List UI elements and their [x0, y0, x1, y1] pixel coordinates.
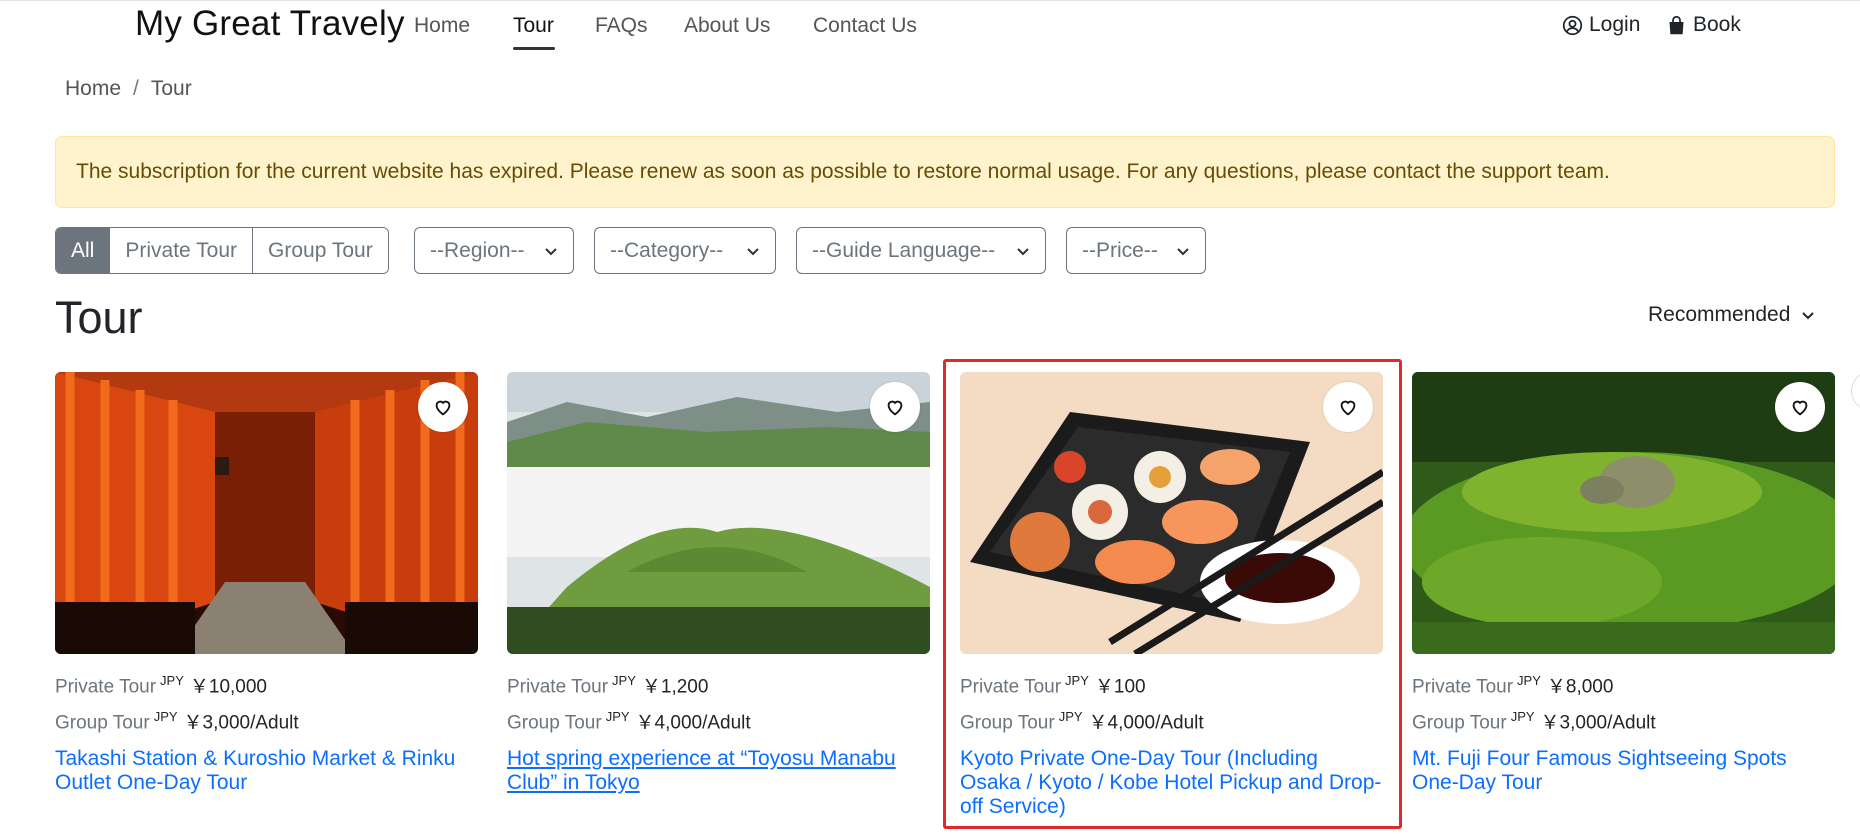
person-circle-icon — [1562, 15, 1583, 35]
nav-about-us[interactable]: About Us — [684, 14, 770, 38]
private-price: ￥8,000 — [1546, 676, 1614, 698]
shopping-bag-icon — [1669, 15, 1684, 34]
favorite-button[interactable] — [870, 382, 920, 432]
currency-label: JPY — [612, 673, 636, 688]
group-price: ￥3,000/Adult — [1540, 712, 1656, 734]
sort-dropdown[interactable]: Recommended — [1648, 303, 1816, 327]
chevron-down-icon — [545, 247, 557, 255]
active-nav-underline — [513, 47, 555, 50]
group-tour-label: Group Tour — [1412, 712, 1507, 734]
selected-card-highlight — [943, 359, 1402, 829]
filter-group-tour-button[interactable]: Group Tour — [253, 228, 388, 273]
currency-label: JPY — [160, 673, 184, 688]
group-price-row: Group Tour JPY ￥3,000/Adult — [1412, 702, 1835, 738]
tour-card-image[interactable] — [507, 372, 930, 654]
favorite-button[interactable] — [418, 382, 468, 432]
private-price-row: Private Tour JPY ￥8,000 — [1412, 666, 1835, 702]
tour-title-link[interactable]: Mt. Fuji Four Famous Sightseeing Spots O… — [1412, 747, 1835, 795]
nav-home[interactable]: Home — [414, 14, 470, 38]
tour-type-filter: All Private Tour Group Tour — [55, 227, 389, 274]
region-select-value: --Region-- — [430, 238, 525, 262]
favorite-button[interactable] — [1775, 382, 1825, 432]
private-tour-label: Private Tour — [507, 676, 609, 698]
chevron-down-icon — [1802, 312, 1815, 320]
guide-language-select[interactable]: --Guide Language-- — [796, 227, 1046, 274]
tour-card[interactable]: Private Tour JPY ￥10,000 Group Tour JPY ￥3,0… — [55, 372, 478, 795]
group-tour-label: Group Tour — [507, 712, 602, 734]
breadcrumb: Home / Tour — [65, 77, 192, 101]
nav-contact-us[interactable]: Contact Us — [813, 14, 917, 38]
price-select[interactable]: --Price-- — [1066, 227, 1206, 274]
filter-private-tour-button[interactable]: Private Tour — [110, 228, 254, 273]
category-select-value: --Category-- — [610, 238, 724, 262]
nav-faqs[interactable]: FAQs — [595, 14, 648, 38]
top-border — [0, 0, 1860, 1]
currency-label: JPY — [153, 709, 178, 725]
sort-label: Recommended — [1648, 303, 1791, 326]
filter-all-button[interactable]: All — [56, 228, 111, 273]
region-select[interactable]: --Region-- — [414, 227, 574, 274]
book-link[interactable]: Book — [1666, 13, 1741, 37]
tour-title-link[interactable]: Takashi Station & Kuroshio Market & Rink… — [55, 747, 478, 795]
category-select[interactable]: --Category-- — [594, 227, 776, 274]
tour-card[interactable]: Private Tour JPY ￥8,000 Group Tour JPY ￥3,00… — [1412, 372, 1835, 795]
carousel-next-button[interactable] — [1851, 371, 1860, 411]
currency-label: JPY — [605, 709, 630, 725]
private-price: ￥10,000 — [189, 676, 267, 698]
alert-text: The subscription for the current website… — [76, 160, 1610, 183]
private-price-row: Private Tour JPY ￥10,000 — [55, 666, 478, 702]
moss-garden-photo — [1412, 372, 1835, 654]
currency-label: JPY — [1510, 709, 1535, 725]
breadcrumb-home[interactable]: Home — [65, 77, 121, 101]
heart-icon — [435, 400, 451, 416]
guide-language-select-value: --Guide Language-- — [812, 238, 996, 262]
group-price-row: Group Tour JPY ￥3,000/Adult — [55, 702, 478, 738]
tour-card-image[interactable] — [1412, 372, 1835, 654]
group-price-row: Group Tour JPY ￥4,000/Adult — [507, 702, 930, 738]
login-label: Login — [1589, 13, 1641, 36]
tour-card-image[interactable] — [55, 372, 478, 654]
chevron-down-icon — [747, 247, 759, 255]
heart-icon — [887, 400, 903, 416]
private-price: ￥1,200 — [641, 676, 709, 698]
login-link[interactable]: Login — [1562, 13, 1640, 37]
private-tour-label: Private Tour — [1412, 676, 1514, 698]
price-select-value: --Price-- — [1082, 238, 1158, 262]
heart-icon — [1792, 400, 1808, 416]
subscription-alert: The subscription for the current website… — [55, 136, 1835, 208]
chevron-down-icon — [1017, 247, 1029, 255]
torii-gates-photo — [55, 372, 478, 654]
private-price-row: Private Tour JPY ￥1,200 — [507, 666, 930, 702]
site-brand[interactable]: My Great Travely — [135, 4, 405, 44]
page-title: Tour — [55, 292, 143, 343]
green-hill-clouds-photo — [507, 372, 930, 654]
group-price: ￥3,000/Adult — [183, 712, 299, 734]
currency-label: JPY — [1517, 673, 1541, 688]
group-tour-label: Group Tour — [55, 712, 150, 734]
tour-card[interactable]: Private Tour JPY ￥1,200 Group Tour JPY ￥4,00… — [507, 372, 930, 795]
breadcrumb-separator: / — [133, 77, 139, 100]
book-label: Book — [1693, 13, 1741, 36]
private-tour-label: Private Tour — [55, 676, 157, 698]
tour-title-link[interactable]: Hot spring experience at “Toyosu Manabu … — [507, 747, 930, 795]
group-price: ￥4,000/Adult — [635, 712, 751, 734]
nav-tour[interactable]: Tour — [513, 14, 554, 38]
breadcrumb-current: Tour — [150, 77, 192, 100]
chevron-down-icon — [1177, 247, 1189, 255]
